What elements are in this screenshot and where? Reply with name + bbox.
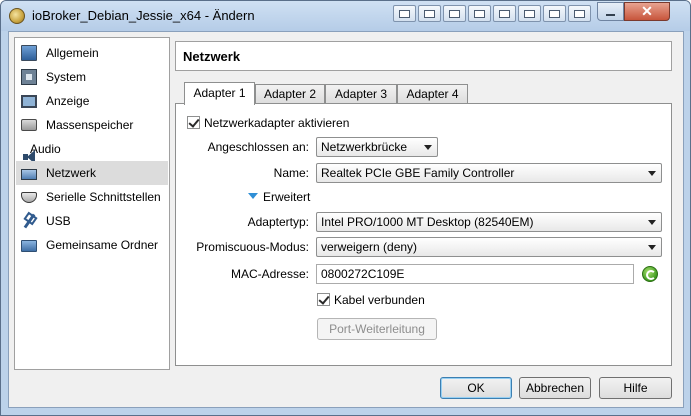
adapter-settings-panel: Netzwerkadapter aktivieren Angeschlossen… [175, 103, 672, 366]
mac-address-label: MAC-Adresse: [230, 267, 309, 281]
advanced-toggle[interactable]: Erweitert [263, 190, 310, 204]
sidebar-item-label: Serielle Schnittstellen [46, 190, 161, 204]
adapter-name-value: Realtek PCIe GBE Family Controller [321, 166, 515, 180]
page-header: Netzwerk [175, 41, 672, 71]
attached-to-value: Netzwerkbrücke [321, 140, 408, 154]
window-toolbar-button[interactable] [418, 5, 441, 22]
chip-icon [21, 69, 37, 85]
window-icon [499, 9, 510, 18]
dialog-client-area: Allgemein System Anzeige Massenspeicher … [8, 31, 684, 408]
attached-to-select[interactable]: Netzwerkbrücke [316, 137, 438, 157]
chevron-down-icon [648, 220, 656, 225]
sidebar-item-label: Massenspeicher [46, 118, 134, 132]
window-toolbar-button[interactable] [393, 5, 416, 22]
sidebar-item-display[interactable]: Anzeige [16, 89, 168, 113]
general-icon [21, 45, 37, 61]
sidebar-item-general[interactable]: Allgemein [16, 41, 168, 65]
port-forwarding-button[interactable]: Port-Weiterleitung [317, 318, 437, 340]
adapter-name-select[interactable]: Realtek PCIe GBE Family Controller [316, 163, 662, 183]
sidebar-item-label: USB [46, 214, 71, 228]
title-toolbar [393, 5, 593, 22]
adapter-type-select[interactable]: Intel PRO/1000 MT Desktop (82540EM) [316, 212, 662, 232]
window-toolbar-button[interactable] [468, 5, 491, 22]
virtualbox-app-icon [9, 8, 25, 24]
cable-connected-checkbox[interactable] [317, 293, 330, 306]
page-title: Netzwerk [183, 49, 241, 64]
sidebar-item-usb[interactable]: USB [16, 209, 168, 233]
ok-button[interactable]: OK [440, 377, 512, 399]
sidebar-item-label: Netzwerk [46, 166, 97, 180]
tab-adapter-1[interactable]: Adapter 1 [184, 82, 255, 105]
tab-adapter-2[interactable]: Adapter 2 [255, 84, 325, 104]
network-icon [21, 168, 37, 180]
promiscuous-mode-label: Promiscuous-Modus: [196, 240, 309, 254]
tab-adapter-4[interactable]: Adapter 4 [397, 84, 468, 104]
window-toolbar-button[interactable] [493, 5, 516, 22]
sidebar-item-serial-ports[interactable]: Serielle Schnittstellen [16, 185, 168, 209]
window-icon [449, 9, 460, 18]
refresh-mac-icon[interactable] [642, 266, 658, 282]
window-toolbar-button[interactable] [568, 5, 591, 22]
sidebar-item-label: Allgemein [46, 46, 99, 60]
enable-adapter-label: Netzwerkadapter aktivieren [204, 116, 350, 130]
window-icon [399, 9, 410, 18]
expand-triangle-icon[interactable] [248, 193, 258, 199]
chevron-down-icon [424, 145, 432, 150]
name-label: Name: [273, 166, 309, 180]
chevron-down-icon [648, 245, 656, 250]
window-toolbar-button[interactable] [518, 5, 541, 22]
close-button[interactable]: ✕ [624, 2, 670, 21]
sidebar-item-network[interactable]: Netzwerk [16, 161, 168, 185]
window-icon [474, 9, 485, 18]
sidebar-item-system[interactable]: System [16, 65, 168, 89]
promiscuous-mode-select[interactable]: verweigern (deny) [316, 237, 662, 257]
serial-port-icon [21, 191, 37, 203]
sidebar-item-storage[interactable]: Massenspeicher [16, 113, 168, 137]
sidebar-item-label: System [46, 70, 87, 84]
sidebar-item-label: Gemeinsame Ordner [46, 238, 159, 252]
usb-icon [21, 213, 37, 229]
tab-adapter-3[interactable]: Adapter 3 [325, 84, 397, 104]
dialog-window: ioBroker_Debian_Jessie_x64 - Ändern ✕ Al… [0, 0, 691, 416]
storage-icon [21, 119, 37, 131]
window-toolbar-button[interactable] [443, 5, 466, 22]
display-icon [21, 95, 37, 108]
window-toolbar-button[interactable] [543, 5, 566, 22]
adapter-type-label: Adaptertyp: [247, 215, 309, 229]
window-icon [524, 9, 535, 18]
sidebar-item-label: Anzeige [46, 94, 90, 108]
window-icon [574, 9, 585, 18]
attached-to-label: Angeschlossen an: [207, 140, 309, 154]
title-bar[interactable]: ioBroker_Debian_Jessie_x64 - Ändern ✕ [1, 1, 690, 31]
sidebar-item-audio[interactable]: Audio [16, 137, 168, 164]
shared-folder-icon [21, 240, 37, 252]
chevron-down-icon [648, 171, 656, 176]
cable-connected-label: Kabel verbunden [334, 293, 425, 307]
help-button[interactable]: Hilfe [599, 377, 672, 399]
adapter-type-value: Intel PRO/1000 MT Desktop (82540EM) [321, 215, 534, 229]
enable-adapter-checkbox[interactable] [187, 116, 200, 129]
sidebar-item-shared-folders[interactable]: Gemeinsame Ordner [16, 233, 168, 257]
promiscuous-mode-value: verweigern (deny) [321, 240, 418, 254]
window-title: ioBroker_Debian_Jessie_x64 - Ändern [32, 8, 255, 23]
window-icon [424, 9, 435, 18]
window-icon [549, 9, 560, 18]
mac-address-field[interactable]: 0800272C109E [316, 264, 634, 284]
cancel-button[interactable]: Abbrechen [519, 377, 591, 399]
minimize-button[interactable] [597, 2, 624, 21]
settings-category-list: Allgemein System Anzeige Massenspeicher … [14, 37, 170, 370]
